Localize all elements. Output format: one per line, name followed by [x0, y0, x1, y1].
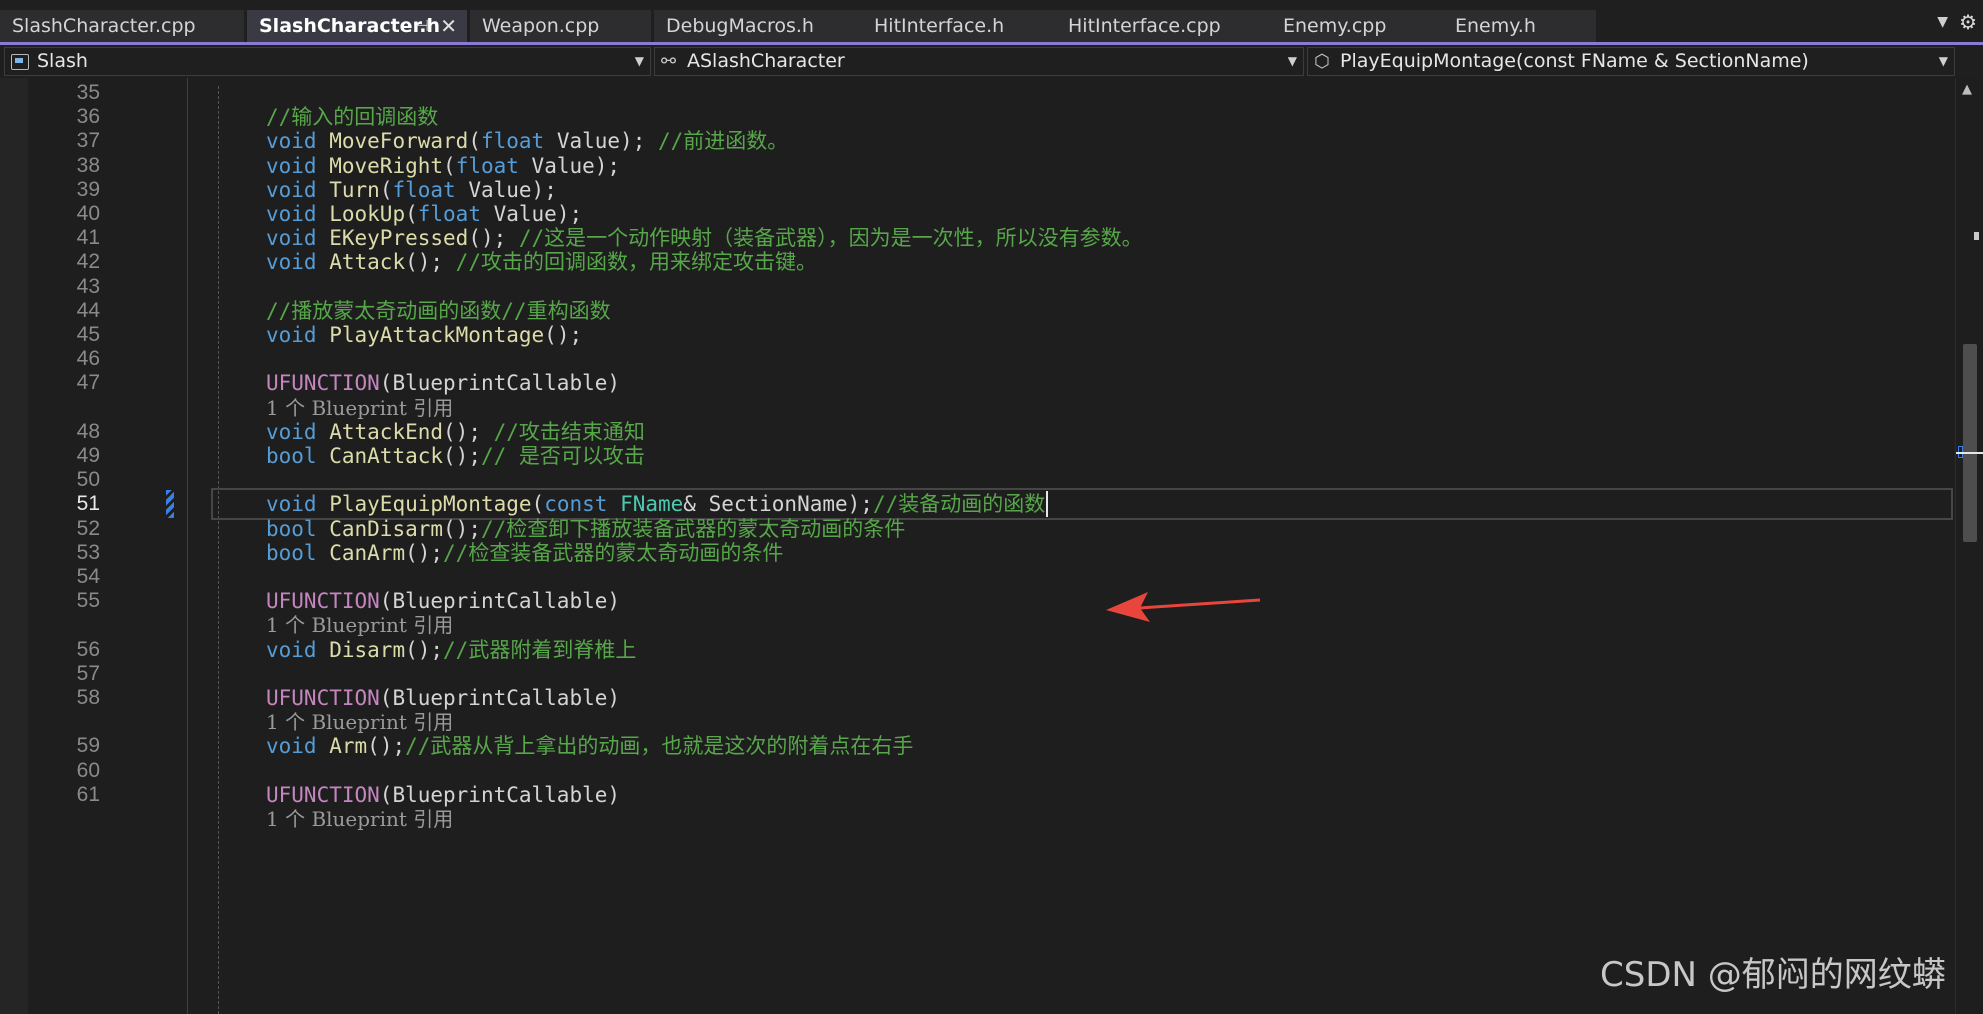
tab-enemy-h[interactable]: Enemy.h	[1443, 10, 1596, 42]
tab-slashcharacter-h[interactable]: SlashCharacter.h ⊣ ✕	[247, 10, 467, 43]
member-name: PlayEquipMontage(const FName & SectionNa…	[1340, 50, 1809, 72]
scope-dropdown[interactable]: ⚯ ASlashCharacter ▼	[654, 47, 1304, 76]
close-icon[interactable]: ✕	[440, 10, 457, 42]
chevron-down-icon: ▼	[1938, 54, 1948, 68]
project-name: Slash	[37, 50, 88, 72]
blueprint-reference-hint[interactable]: 1 个 Blueprint 引用	[266, 804, 453, 834]
annotation-arrow-icon	[1106, 592, 1261, 622]
tab-hitinterface-cpp[interactable]: HitInterface.cpp	[1056, 10, 1273, 42]
tab-hitinterface-h[interactable]: HitInterface.h	[862, 10, 1057, 42]
code-editor[interactable]: 35 36//输入的回调函数 37 void MoveForward(float Va…	[0, 78, 1983, 1014]
tab-label: HitInterface.cpp	[1068, 15, 1221, 37]
codelens-row[interactable]: 1 个 Blueprint 引用	[0, 804, 1955, 834]
member-dropdown[interactable]: ⬡ PlayEquipMontage(const FName & Section…	[1307, 47, 1955, 76]
watermark: CSDN @郁闷的网纹蟒	[1600, 955, 1946, 995]
vertical-scrollbar[interactable]: ▲	[1955, 78, 1983, 1014]
chevron-down-icon: ▼	[1287, 54, 1297, 68]
tab-enemy-cpp[interactable]: Enemy.cpp	[1271, 10, 1444, 42]
tab-label: SlashCharacter.h	[259, 15, 440, 37]
class-icon: ⚯	[661, 51, 677, 72]
document-tab-bar: SlashCharacter.cpp SlashCharacter.h ⊣ ✕ …	[0, 0, 1983, 45]
scope-name: ASlashCharacter	[687, 50, 845, 72]
scroll-up-icon[interactable]: ▲	[1962, 82, 1972, 97]
tab-label: HitInterface.h	[874, 15, 1005, 37]
navigation-bar: Slash ▼ ⚯ ASlashCharacter ▼ ⬡ PlayEquipM…	[0, 45, 1983, 78]
scroll-marker	[1974, 232, 1979, 240]
tab-label: Weapon.cpp	[482, 15, 600, 37]
project-dropdown[interactable]: Slash ▼	[4, 47, 651, 76]
tab-slashcharacter-cpp[interactable]: SlashCharacter.cpp	[0, 10, 244, 42]
scroll-caret-marker	[1956, 452, 1983, 454]
tab-weapon-cpp[interactable]: Weapon.cpp	[470, 10, 651, 42]
gear-icon[interactable]: ⚙	[1959, 10, 1977, 34]
chevron-down-icon: ▼	[634, 54, 644, 68]
project-icon	[11, 54, 29, 70]
tab-debugmacros-h[interactable]: DebugMacros.h	[654, 10, 864, 42]
tab-overflow-chevron-down-icon[interactable]: ▼	[1937, 14, 1948, 30]
tab-label: SlashCharacter.cpp	[12, 15, 196, 37]
method-icon: ⬡	[1314, 51, 1330, 72]
scroll-thumb[interactable]	[1963, 344, 1977, 542]
tab-label: DebugMacros.h	[666, 15, 814, 37]
tab-label: Enemy.h	[1455, 15, 1536, 37]
pin-icon[interactable]: ⊣	[415, 10, 429, 42]
code-lines[interactable]: 35 36//输入的回调函数 37 void MoveForward(float Va…	[0, 78, 1955, 1014]
tab-label: Enemy.cpp	[1283, 15, 1387, 37]
